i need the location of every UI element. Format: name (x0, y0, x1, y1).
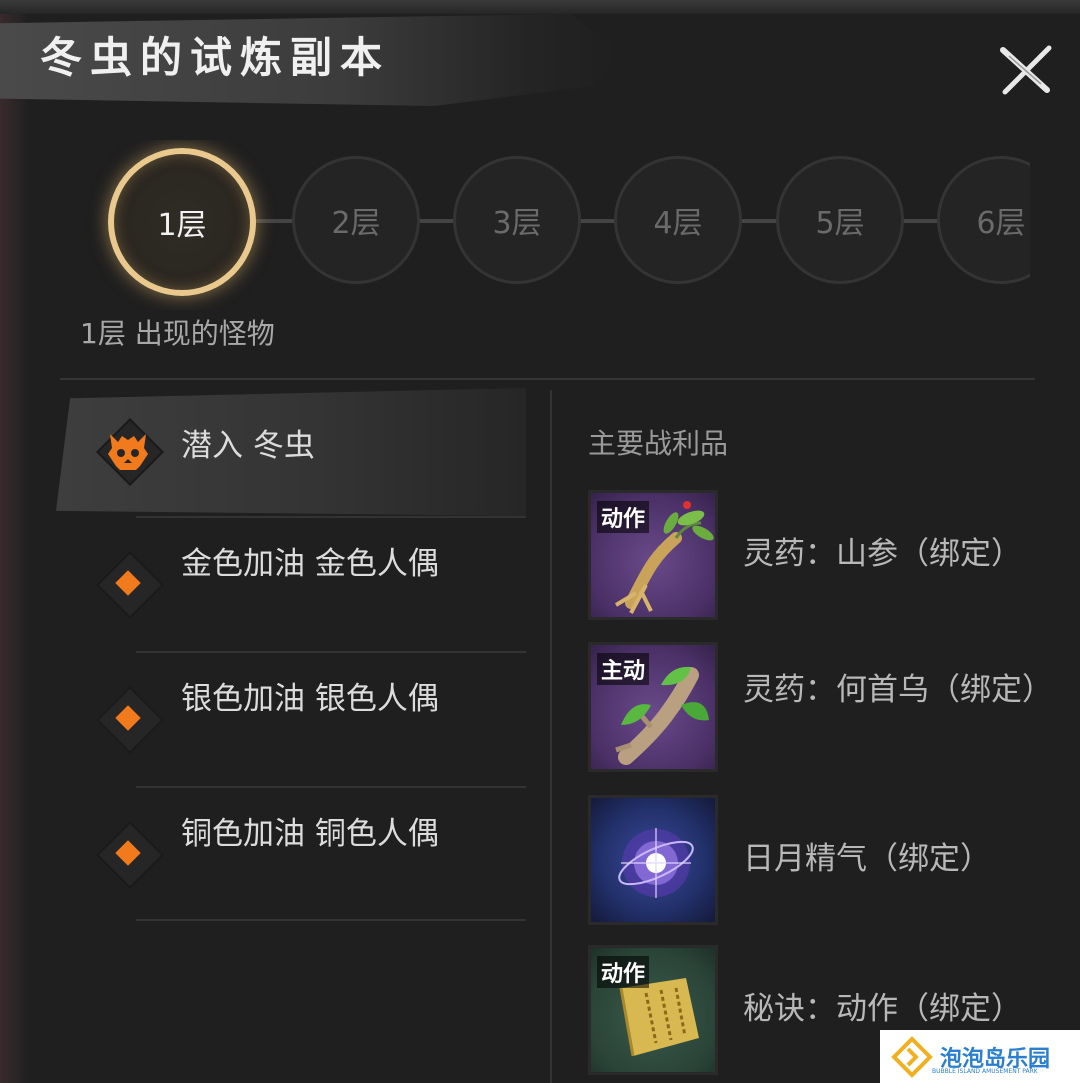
ginseng-icon: 动作 (588, 490, 718, 620)
fleeceflower-root-icon: 主动 (588, 642, 718, 772)
orange-diamond-icon (96, 821, 164, 889)
loot-section-title: 主要战利品 (588, 427, 729, 460)
monster-list: 潜入 冬虫 金色加油 金色人偶 银色加油 银色人偶 铜色加油 铜色人偶 (56, 388, 526, 921)
skill-badge: 动作 (597, 501, 650, 533)
loot-item-ginseng[interactable]: 动作 灵药：山参（绑定） (588, 490, 1048, 625)
monster-name: 潜入 冬虫 (181, 428, 315, 464)
monster-name: 银色加油 银色人偶 (181, 681, 439, 717)
floor-tab-6[interactable]: 6层 (937, 156, 1030, 284)
close-icon (1000, 45, 1052, 95)
floor-tab-2[interactable]: 2层 (292, 156, 420, 284)
list-separator (136, 516, 526, 518)
list-separator (136, 919, 526, 921)
orange-diamond-icon (96, 551, 164, 619)
skill-badge: 动作 (597, 956, 650, 988)
monster-item-gold-doll[interactable]: 金色加油 金色人偶 (56, 516, 526, 651)
scroll-icon: 动作 (588, 945, 718, 1075)
window-frame-top (0, 0, 1080, 14)
loot-name: 秘诀：动作（绑定） (743, 991, 1022, 1027)
window-frame-left (0, 0, 28, 1083)
monster-name: 金色加油 金色人偶 (181, 546, 439, 582)
loot-name: 灵药：何首乌（绑定） (743, 672, 1053, 708)
orange-diamond-icon (96, 686, 164, 754)
floor-tab-3[interactable]: 3层 (453, 156, 581, 284)
section-divider (60, 378, 1035, 380)
monsters-section-title: 1层 出现的怪物 (80, 317, 275, 350)
floor-selector: 1层 2层 3层 4层 5层 6层 (60, 140, 1030, 310)
watermark-logo: 泡泡岛乐园 BUBBLE ISLAND AMUSEMENT PARK (880, 1030, 1080, 1083)
floor-tab-1[interactable]: 1层 (108, 148, 256, 296)
close-button[interactable] (995, 40, 1055, 100)
loot-item-fleeceflower[interactable]: 主动 灵药：何首乌（绑定） (588, 642, 1053, 777)
skill-badge: 主动 (597, 653, 650, 685)
loot-item-sun-moon-essence[interactable]: 日月精气（绑定） (588, 795, 1048, 930)
list-separator (136, 651, 526, 653)
floor-tab-4[interactable]: 4层 (614, 156, 742, 284)
page-title: 冬虫的试炼副本 (40, 33, 391, 82)
loot-name: 日月精气（绑定） (743, 841, 991, 877)
monster-item-bronze-doll[interactable]: 铜色加油 铜色人偶 (56, 786, 526, 921)
bubble-island-logo-icon (891, 1035, 933, 1078)
monster-item-winter-worm[interactable]: 潜入 冬虫 (56, 388, 526, 516)
monster-item-silver-doll[interactable]: 银色加油 银色人偶 (56, 651, 526, 786)
column-divider (550, 390, 552, 1083)
energy-orb-icon (588, 795, 718, 925)
loot-name: 灵药：山参（绑定） (743, 536, 1022, 572)
watermark-subtext: BUBBLE ISLAND AMUSEMENT PARK (932, 1068, 1038, 1075)
list-separator (136, 786, 526, 788)
floor-tab-5[interactable]: 5层 (776, 156, 904, 284)
monster-name: 铜色加油 铜色人偶 (181, 816, 439, 852)
demon-skull-icon (96, 418, 164, 486)
